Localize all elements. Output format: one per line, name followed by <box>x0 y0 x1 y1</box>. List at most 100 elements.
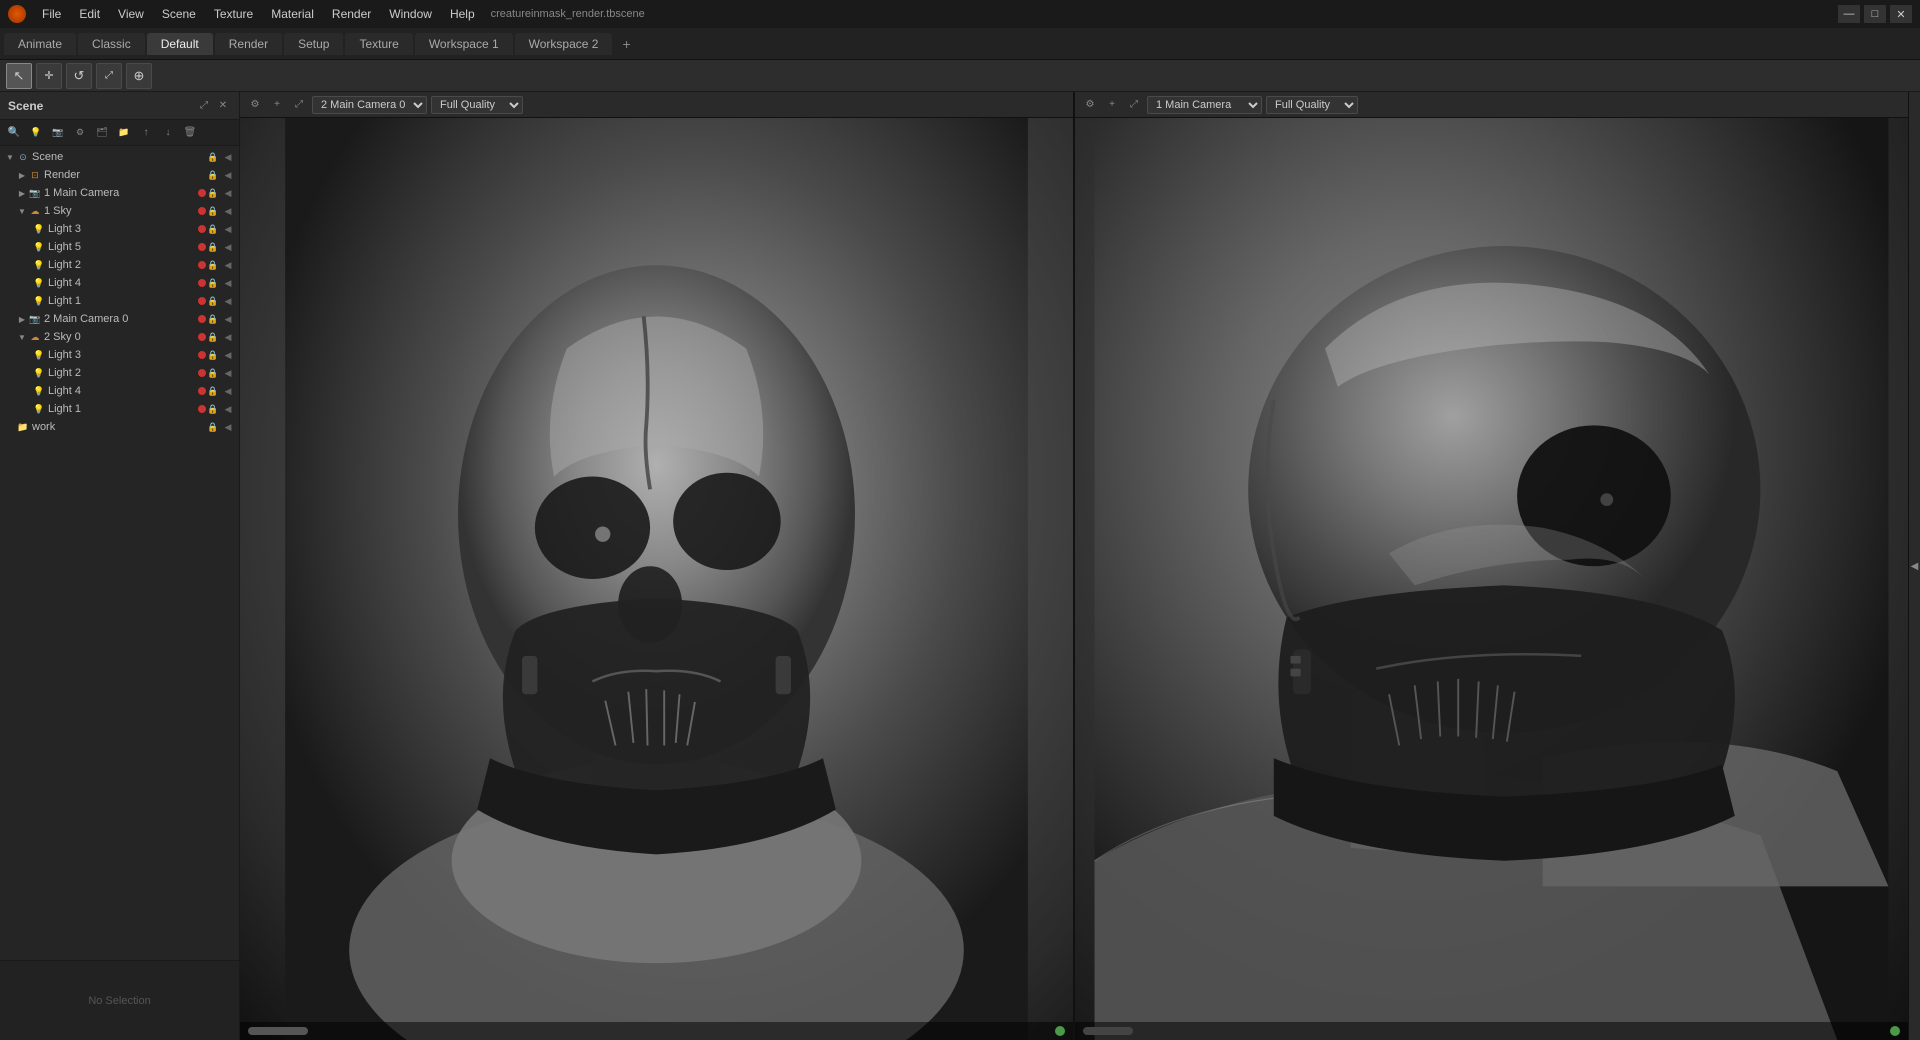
scene-tool-down[interactable]: ↓ <box>158 123 178 143</box>
light3-1-lock-icon[interactable]: 🔒 <box>206 222 220 236</box>
vp-right-settings-icon[interactable]: ⚙ <box>1081 96 1099 114</box>
light4-2-lock-icon[interactable]: 🔒 <box>206 384 220 398</box>
cam2-lock-icon[interactable]: 🔒 <box>206 312 220 326</box>
render-lock-icon[interactable]: 🔒 <box>206 168 220 182</box>
scene-expand-icon[interactable]: ⤢ <box>196 99 212 113</box>
menu-material[interactable]: Material <box>263 5 322 23</box>
viewport-right-quality-select[interactable]: Full Quality Draft Quality Preview <box>1266 96 1358 114</box>
work-lock-icon[interactable]: 🔒 <box>206 420 220 434</box>
tree-item-cam1[interactable]: ▶ 📷 1 Main Camera 🔒 ◀ <box>0 184 239 202</box>
scale-tool-button[interactable]: ⤢ <box>96 63 122 89</box>
light5-lock-icon[interactable]: 🔒 <box>206 240 220 254</box>
tree-item-render[interactable]: ▶ ⊡ Render 🔒 ◀ <box>0 166 239 184</box>
light1-1-lock-icon[interactable]: 🔒 <box>206 294 220 308</box>
transform-tool-button[interactable]: ⊕ <box>126 63 152 89</box>
vp-right-maximize-icon[interactable]: + <box>1103 96 1121 114</box>
menu-window[interactable]: Window <box>381 5 440 23</box>
add-tab-button[interactable]: + <box>614 32 638 56</box>
scene-tool-settings[interactable]: ⚙ <box>70 123 90 143</box>
scene-close-icon[interactable]: ✕ <box>215 99 231 113</box>
menu-scene[interactable]: Scene <box>154 5 204 23</box>
sky2-lock-icon[interactable]: 🔒 <box>206 330 220 344</box>
tab-animate[interactable]: Animate <box>4 33 76 55</box>
light1-2-vis-icon[interactable]: ◀ <box>221 402 235 416</box>
vp-left-settings-icon[interactable]: ⚙ <box>246 96 264 114</box>
close-button[interactable]: ✕ <box>1890 5 1912 23</box>
scene-tool-camera[interactable]: 📷 <box>48 123 68 143</box>
menu-file[interactable]: File <box>34 5 69 23</box>
tree-item-cam2[interactable]: ▶ 📷 2 Main Camera 0 🔒 ◀ <box>0 310 239 328</box>
tree-item-light3-1[interactable]: 💡 Light 3 🔒 ◀ <box>0 220 239 238</box>
move-tool-button[interactable]: ✛ <box>36 63 62 89</box>
scene-tool-up[interactable]: ↑ <box>136 123 156 143</box>
tab-workspace2[interactable]: Workspace 2 <box>515 33 613 55</box>
light3-2-vis-icon[interactable]: ◀ <box>221 348 235 362</box>
light4-1-vis-icon[interactable]: ◀ <box>221 276 235 290</box>
light2-2-lock-icon[interactable]: 🔒 <box>206 366 220 380</box>
menu-help[interactable]: Help <box>442 5 483 23</box>
right-panel-collapse[interactable]: ◀ <box>1908 92 1920 1040</box>
tab-texture[interactable]: Texture <box>345 33 412 55</box>
sky1-vis-icon[interactable]: ◀ <box>221 204 235 218</box>
work-vis-icon[interactable]: ◀ <box>221 420 235 434</box>
tab-workspace1[interactable]: Workspace 1 <box>415 33 513 55</box>
tree-icon-light4-2: 💡 <box>32 384 46 398</box>
scene-tool-group[interactable]: 🗂 <box>92 123 112 143</box>
viewport-left-quality-select[interactable]: Full Quality Draft Quality Preview <box>431 96 523 114</box>
light3-1-vis-icon[interactable]: ◀ <box>221 222 235 236</box>
tree-item-light2-2[interactable]: 💡 Light 2 🔒 ◀ <box>0 364 239 382</box>
light2-1-lock-icon[interactable]: 🔒 <box>206 258 220 272</box>
tree-item-scene[interactable]: ▼ ⊙ Scene 🔒 ◀ <box>0 148 239 166</box>
scene-lock-icon[interactable]: 🔒 <box>206 150 220 164</box>
tree-label-sky1: 1 Sky <box>44 205 196 217</box>
light2-2-vis-icon[interactable]: ◀ <box>221 366 235 380</box>
tree-item-light4-1[interactable]: 💡 Light 4 🔒 ◀ <box>0 274 239 292</box>
cam2-vis-icon[interactable]: ◀ <box>221 312 235 326</box>
light4-2-vis-icon[interactable]: ◀ <box>221 384 235 398</box>
light3-2-lock-icon[interactable]: 🔒 <box>206 348 220 362</box>
cam1-lock-icon[interactable]: 🔒 <box>206 186 220 200</box>
menu-render[interactable]: Render <box>324 5 379 23</box>
render-vis-icon[interactable]: ◀ <box>221 168 235 182</box>
viewport-left-camera-select[interactable]: 2 Main Camera 0 1 Main Camera <box>312 96 427 114</box>
tree-item-light5[interactable]: 💡 Light 5 🔒 ◀ <box>0 238 239 256</box>
scene-tool-search[interactable]: 🔍 <box>4 123 24 143</box>
menu-view[interactable]: View <box>110 5 152 23</box>
light5-vis-icon[interactable]: ◀ <box>221 240 235 254</box>
tree-item-work[interactable]: 📁 work 🔒 ◀ <box>0 418 239 436</box>
tab-render[interactable]: Render <box>215 33 282 55</box>
vp-right-fullscreen-icon[interactable]: ⤢ <box>1125 96 1143 114</box>
tab-classic[interactable]: Classic <box>78 33 145 55</box>
sky1-lock-icon[interactable]: 🔒 <box>206 204 220 218</box>
viewport-right-camera-select[interactable]: 1 Main Camera 2 Main Camera 0 <box>1147 96 1262 114</box>
tab-default[interactable]: Default <box>147 33 213 55</box>
tree-item-light4-2[interactable]: 💡 Light 4 🔒 ◀ <box>0 382 239 400</box>
menu-edit[interactable]: Edit <box>71 5 108 23</box>
menu-texture[interactable]: Texture <box>206 5 261 23</box>
scene-vis-icon[interactable]: ◀ <box>221 150 235 164</box>
viewport-left-canvas[interactable] <box>240 118 1073 1040</box>
select-tool-button[interactable]: ↖ <box>6 63 32 89</box>
minimize-button[interactable]: — <box>1838 5 1860 23</box>
tree-item-light1-1[interactable]: 💡 Light 1 🔒 ◀ <box>0 292 239 310</box>
vp-left-maximize-icon[interactable]: + <box>268 96 286 114</box>
tab-setup[interactable]: Setup <box>284 33 343 55</box>
light1-1-vis-icon[interactable]: ◀ <box>221 294 235 308</box>
cam1-vis-icon[interactable]: ◀ <box>221 186 235 200</box>
maximize-button[interactable]: □ <box>1864 5 1886 23</box>
scene-tool-delete[interactable]: 🗑 <box>180 123 200 143</box>
vp-left-fullscreen-icon[interactable]: ⤢ <box>290 96 308 114</box>
tree-item-light3-2[interactable]: 💡 Light 3 🔒 ◀ <box>0 346 239 364</box>
tree-item-sky1[interactable]: ▼ ☁ 1 Sky 🔒 ◀ <box>0 202 239 220</box>
scene-tool-folder[interactable]: 📁 <box>114 123 134 143</box>
tree-item-light1-2[interactable]: 💡 Light 1 🔒 ◀ <box>0 400 239 418</box>
scene-tool-light[interactable]: 💡 <box>26 123 46 143</box>
viewport-right-canvas[interactable] <box>1075 118 1908 1040</box>
tree-item-sky2[interactable]: ▼ ☁ 2 Sky 0 🔒 ◀ <box>0 328 239 346</box>
light4-1-lock-icon[interactable]: 🔒 <box>206 276 220 290</box>
tree-item-light2-1[interactable]: 💡 Light 2 🔒 ◀ <box>0 256 239 274</box>
rotate-tool-button[interactable]: ↺ <box>66 63 92 89</box>
light1-2-lock-icon[interactable]: 🔒 <box>206 402 220 416</box>
sky2-vis-icon[interactable]: ◀ <box>221 330 235 344</box>
light2-1-vis-icon[interactable]: ◀ <box>221 258 235 272</box>
